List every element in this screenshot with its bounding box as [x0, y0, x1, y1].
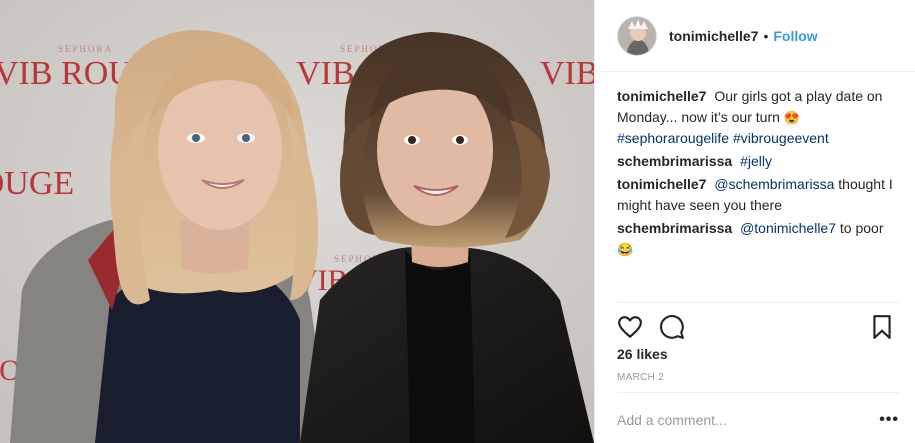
mention-link[interactable]: @schembrimarissa: [714, 176, 834, 192]
comments-list: tonimichelle7 Our girls got a play date …: [595, 72, 915, 302]
comment-item: schembrimarissa #jelly: [617, 151, 899, 172]
hashtag-link[interactable]: #sephorarougelife: [617, 130, 729, 146]
action-bar: [617, 312, 895, 342]
post-photo[interactable]: SEPHORA VIB ROUGE SEPHORA VIB ROUGE VIB …: [0, 0, 594, 443]
comment-icon[interactable]: [659, 314, 685, 340]
hashtag-link[interactable]: #jelly: [740, 153, 772, 169]
post-date[interactable]: MARCH 2: [617, 372, 664, 383]
more-options-icon[interactable]: •••: [879, 411, 899, 429]
comment-username[interactable]: schembrimarissa: [617, 220, 732, 236]
post-side-panel: tonimichelle7 • Follow tonimichelle7 Our…: [594, 0, 915, 443]
avatar[interactable]: [617, 15, 657, 56]
comment-item: schembrimarissa @tonimichelle7 to poor 😂: [617, 218, 899, 260]
comment-username[interactable]: tonimichelle7: [617, 176, 706, 192]
post-username[interactable]: tonimichelle7: [669, 28, 758, 44]
divider: [617, 302, 899, 303]
tears-of-joy-emoji: 😂: [617, 242, 634, 257]
add-comment-row: •••: [617, 405, 899, 435]
comment-item: tonimichelle7 @schembrimarissa thought I…: [617, 174, 899, 216]
add-comment-input[interactable]: [617, 412, 880, 428]
follow-button[interactable]: Follow: [773, 28, 817, 44]
comment-username[interactable]: schembrimarissa: [617, 153, 732, 169]
mention-link[interactable]: @tonimichelle7: [740, 220, 836, 236]
comment-caption: tonimichelle7 Our girls got a play date …: [617, 86, 899, 149]
heart-eyes-emoji: 😍: [783, 110, 800, 125]
comment-text: to poor: [839, 220, 884, 236]
separator-dot: •: [763, 27, 769, 44]
heart-icon[interactable]: [617, 314, 643, 340]
divider: [617, 392, 899, 393]
hashtag-link[interactable]: #vibrougeevent: [733, 130, 829, 146]
post-header: tonimichelle7 • Follow: [595, 0, 915, 72]
likes-count[interactable]: 26 likes: [617, 346, 668, 362]
comment-username[interactable]: tonimichelle7: [617, 88, 706, 104]
bookmark-icon[interactable]: [869, 314, 895, 340]
